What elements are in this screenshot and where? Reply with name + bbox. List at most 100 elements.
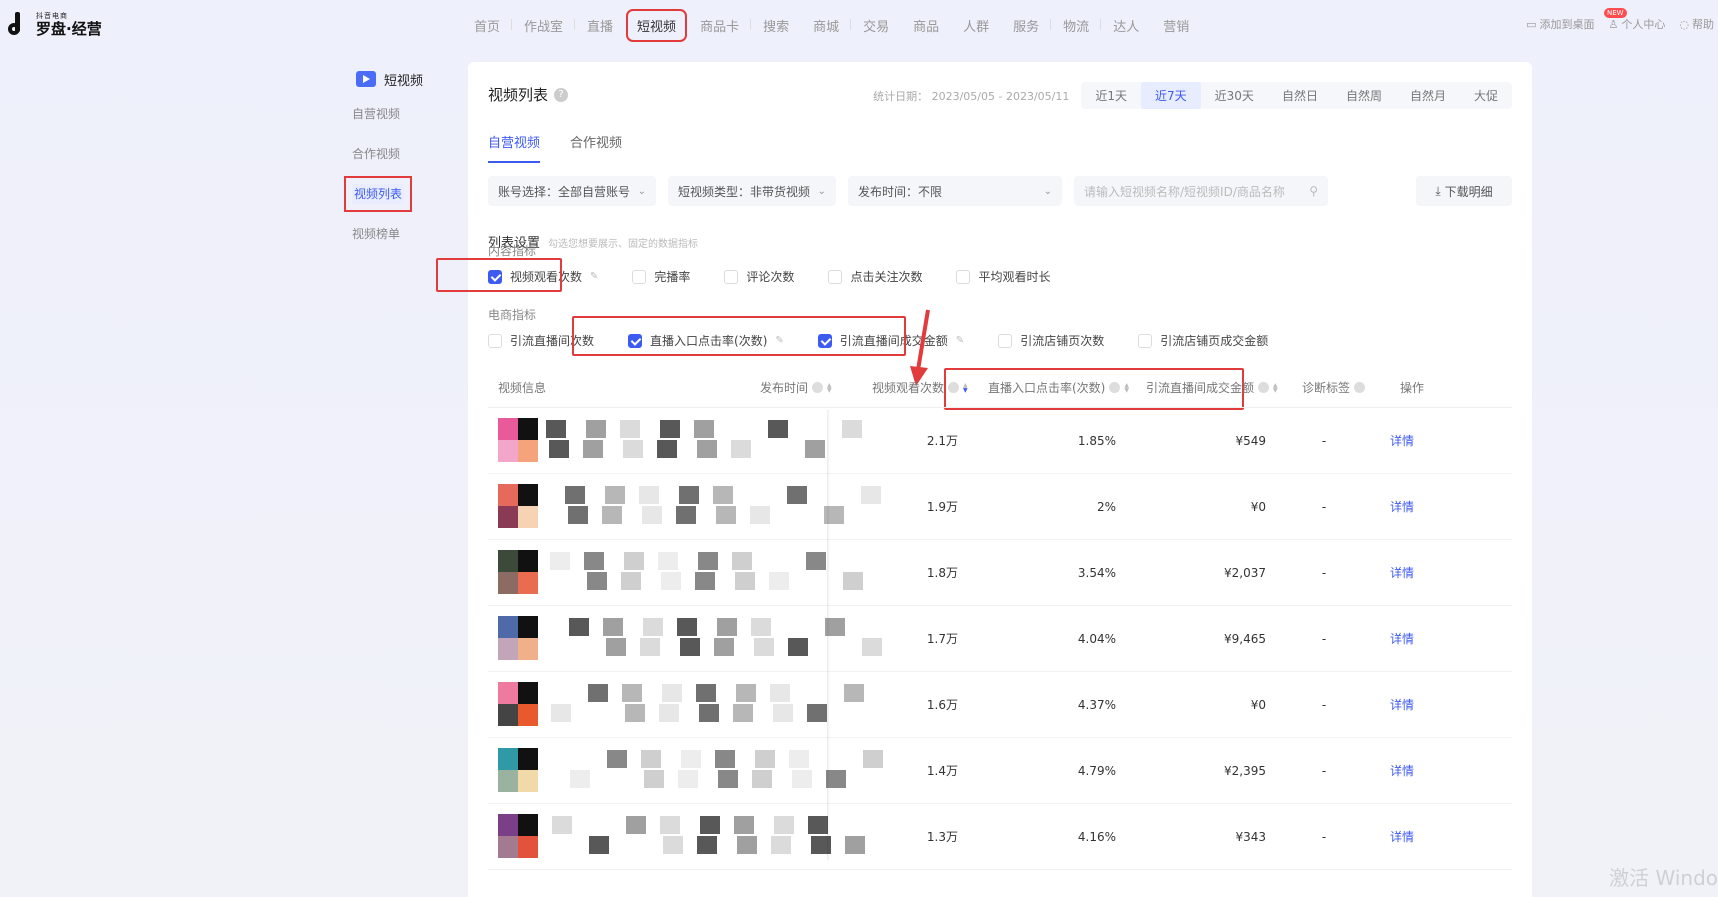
col-views[interactable]: 视频观看次数 ▲ ▼ xyxy=(872,379,968,396)
add-to-desktop-link[interactable]: ▭ 添加到桌面 xyxy=(1526,16,1594,32)
tab[interactable]: 合作视频 xyxy=(570,132,622,163)
gmv-cell: ¥9,465 xyxy=(1224,632,1266,646)
download-button[interactable]: ⤓ 下载明细 xyxy=(1416,176,1512,206)
col-action: 操作 xyxy=(1400,381,1425,395)
views-cell: 1.8万 xyxy=(926,566,958,580)
ctr-cell: 4.79% xyxy=(1077,764,1116,778)
brand-logo[interactable]: 抖音电商 罗盘·经营 xyxy=(8,12,102,38)
video-thumbnail[interactable] xyxy=(498,418,538,462)
video-thumbnail[interactable] xyxy=(498,550,538,594)
col-publish-time[interactable]: 发布时间 ▲ ▼ xyxy=(760,379,832,396)
help-icon: ◌ xyxy=(1679,17,1689,31)
diagnosis-tag-cell: - xyxy=(1321,698,1327,712)
range-button[interactable]: 近7天 xyxy=(1141,82,1201,109)
detail-link[interactable]: 详情 xyxy=(1390,474,1414,540)
blurred-video-title xyxy=(546,750,886,790)
metric-checkbox[interactable]: 评论次数 xyxy=(724,268,794,285)
nav-item[interactable]: 直播 xyxy=(575,16,625,35)
sidebar-item[interactable]: 视频列表 xyxy=(340,174,450,214)
nav-item[interactable]: 人群 xyxy=(951,16,1001,35)
sort-icon: ▲ ▼ xyxy=(1273,381,1278,394)
detail-link[interactable]: 详情 xyxy=(1390,540,1414,606)
publish-time-select[interactable]: 发布时间：不限 ⌄ xyxy=(848,176,1062,206)
checkbox-icon[interactable] xyxy=(1138,333,1153,348)
nav-item[interactable]: 首页 xyxy=(462,16,513,35)
col-live-gmv[interactable]: 引流直播间成交金额 ▲ ▼ xyxy=(1146,379,1278,396)
pin-icon[interactable]: ✎ xyxy=(956,335,964,346)
metric-checkbox[interactable]: 引流店铺页次数 xyxy=(998,332,1104,349)
blurred-video-title xyxy=(546,618,886,658)
info-icon xyxy=(812,382,824,393)
range-button[interactable]: 自然周 xyxy=(1332,82,1396,109)
range-button[interactable]: 近30天 xyxy=(1201,82,1268,109)
nav-item[interactable]: 商城 xyxy=(801,16,852,35)
info-icon xyxy=(948,382,960,393)
checkbox-icon[interactable] xyxy=(724,269,739,284)
video-thumbnail[interactable] xyxy=(498,616,538,660)
nav-item[interactable]: 服务 xyxy=(1001,16,1052,35)
col-diagnosis-tag: 诊断标签 xyxy=(1302,379,1366,396)
video-thumbnail[interactable] xyxy=(498,682,538,726)
diagnosis-tag-cell: - xyxy=(1321,764,1327,778)
monitor-icon: ▭ xyxy=(1526,17,1537,31)
diagnosis-tag-cell: - xyxy=(1321,500,1327,514)
detail-link[interactable]: 详情 xyxy=(1390,606,1414,672)
sort-icon: ▲ ▼ xyxy=(827,381,832,394)
diagnosis-tag-cell: - xyxy=(1321,830,1327,844)
sort-icon: ▲ ▼ xyxy=(963,381,968,394)
range-button[interactable]: 大促 xyxy=(1460,82,1512,109)
nav-item[interactable]: 搜索 xyxy=(751,16,801,35)
metric-checkbox[interactable]: 点击关注次数 xyxy=(828,268,922,285)
range-button[interactable]: 自然日 xyxy=(1268,82,1332,109)
video-thumbnail[interactable] xyxy=(498,814,538,858)
nav-item[interactable]: 商品 xyxy=(901,16,951,35)
range-button[interactable]: 近1天 xyxy=(1081,82,1141,109)
profile-link[interactable]: ♙ 个人中心 xyxy=(1609,16,1666,32)
nav-item[interactable]: 物流 xyxy=(1051,16,1102,35)
account-select[interactable]: 账号选择：全部自营账号 ⌄ xyxy=(488,176,656,206)
checkbox-icon[interactable] xyxy=(632,269,647,284)
sidebar-item[interactable]: 自营视频 xyxy=(340,94,450,134)
nav-item[interactable]: 短视频 xyxy=(626,8,688,42)
date-range-picker: 统计日期： 2023/05/05 - 2023/05/11 近1天 近7天 近30天… xyxy=(873,82,1512,109)
detail-link[interactable]: 详情 xyxy=(1390,672,1414,738)
checkbox-label: 平均观看时长 xyxy=(978,270,1051,284)
col-live-ctr[interactable]: 直播入口点击率(次数) ▲ ▼ xyxy=(988,379,1129,396)
nav-item[interactable]: 营销 xyxy=(1151,16,1201,35)
sidebar-item[interactable]: 视频榜单 xyxy=(340,214,450,254)
detail-link[interactable]: 详情 xyxy=(1390,804,1414,870)
checkbox-label: 引流店铺页成交金额 xyxy=(1160,334,1269,348)
video-type-select[interactable]: 短视频类型：非带货视频 ⌄ xyxy=(668,176,836,206)
search-input[interactable]: 请输入短视频名称/短视频ID/商品名称 ⚲ xyxy=(1074,176,1328,206)
content-metrics-label: 内容指标 xyxy=(488,244,537,258)
detail-link[interactable]: 详情 xyxy=(1390,738,1414,804)
ecom-metrics-label: 电商指标 xyxy=(488,308,537,322)
nav-item[interactable]: 达人 xyxy=(1101,16,1151,35)
question-icon[interactable]: ? xyxy=(554,87,569,102)
checkbox-icon[interactable] xyxy=(488,333,502,348)
video-thumbnail[interactable] xyxy=(498,748,538,792)
blurred-video-title xyxy=(546,420,886,460)
nav-item[interactable]: 商品卡 xyxy=(688,16,752,35)
range-button[interactable]: 自然月 xyxy=(1396,82,1460,109)
table-row: 1.8万 3.54% ¥2,037 - 详情 xyxy=(488,540,1512,606)
ctr-cell: 4.37% xyxy=(1077,698,1116,712)
metric-checkbox[interactable]: 引流店铺页成交金额 xyxy=(1138,332,1268,349)
metric-checkbox[interactable]: 完播率 xyxy=(632,268,690,285)
pin-icon[interactable]: ✎ xyxy=(590,271,598,282)
help-link[interactable]: ◌ 帮助 xyxy=(1679,16,1714,32)
nav-item[interactable]: 交易 xyxy=(851,16,901,35)
metric-checkbox[interactable]: 平均观看时长 xyxy=(956,268,1050,285)
sidebar-item[interactable]: 合作视频 xyxy=(340,134,450,174)
video-thumbnail[interactable] xyxy=(498,484,538,528)
checkbox-icon[interactable] xyxy=(998,333,1013,348)
detail-link[interactable]: 详情 xyxy=(1390,408,1414,474)
checkbox-label: 点击关注次数 xyxy=(850,270,923,284)
tab[interactable]: 自营视频 xyxy=(488,132,541,163)
nav-item[interactable]: 作战室 xyxy=(512,16,576,35)
chevron-down-icon: ⌄ xyxy=(1043,185,1052,197)
checkbox-icon[interactable] xyxy=(956,269,971,284)
checkbox-icon[interactable] xyxy=(828,269,843,284)
column-divider xyxy=(827,410,830,860)
page-title: 视频列表 xyxy=(488,86,549,104)
